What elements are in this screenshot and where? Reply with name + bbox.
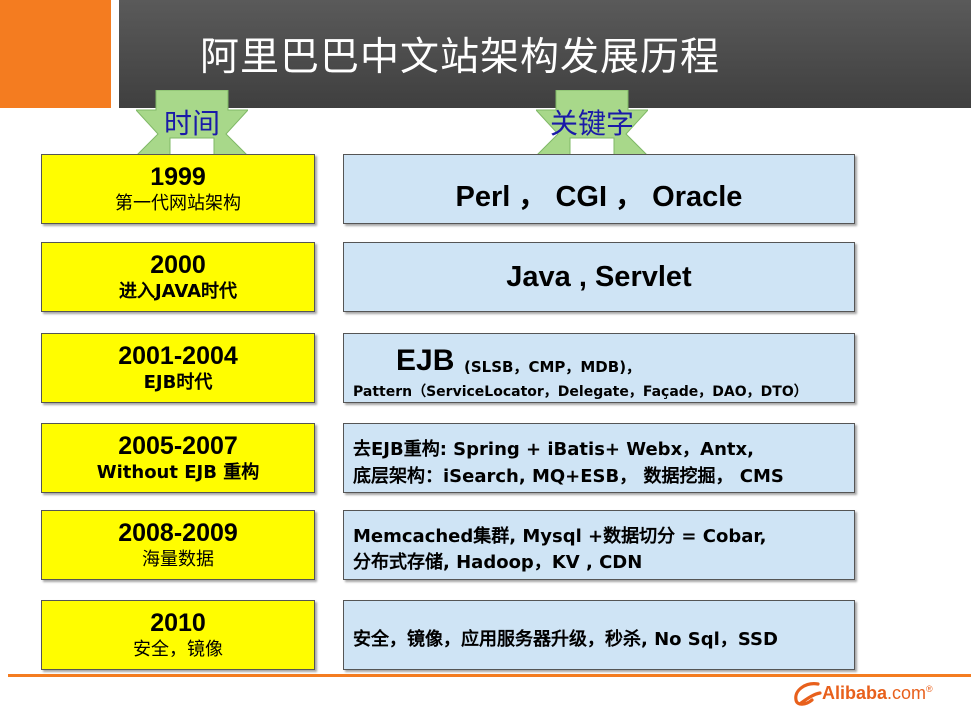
- era-label: EJB时代: [143, 371, 213, 393]
- logo-brand: Alibaba: [822, 683, 888, 703]
- era-label: 安全，镜像: [133, 638, 223, 660]
- year-label: 2010: [150, 608, 206, 637]
- orange-accent-block: [0, 0, 111, 108]
- year-label: 2001-2004: [118, 341, 238, 370]
- keywords-line-1: 去EJB重构: Spring + iBatis+ Webx，Antx,: [353, 439, 754, 460]
- keywords-text: Perl ， CGI ， Oracle: [455, 181, 743, 213]
- year-label: 2008-2009: [118, 518, 238, 547]
- time-header-label: 时间: [163, 107, 220, 140]
- keywords-box: Perl ， CGI ， Oracle: [343, 154, 855, 224]
- timeline-year-box: 2008-2009 海量数据: [41, 510, 315, 580]
- timeline-year-box: 2001-2004 EJB时代: [41, 333, 315, 403]
- time-header-badge: 时间: [136, 90, 248, 156]
- year-label: 2000: [150, 250, 206, 279]
- timeline-year-box: 1999 第一代网站架构: [41, 154, 315, 224]
- keywords-box: EJB (SLSB，CMP，MDB)， Pattern（ServiceLocat…: [343, 333, 855, 403]
- alibaba-logo: Alibaba.com®: [792, 680, 952, 710]
- keywords-line-2: 底层架构：iSearch, MQ+ESB， 数据挖掘， CMS: [353, 466, 784, 487]
- keywords-line-1: 安全，镜像，应用服务器升级，秒杀, No Sql，SSD: [353, 629, 778, 650]
- era-label: 海量数据: [142, 548, 214, 570]
- keywords-box: 去EJB重构: Spring + iBatis+ Webx，Antx, 底层架构…: [343, 423, 855, 493]
- keywords-box: 安全，镜像，应用服务器升级，秒杀, No Sql，SSD: [343, 600, 855, 670]
- timeline-year-box: 2010 安全，镜像: [41, 600, 315, 670]
- keywords-text: Java , Servlet: [506, 261, 692, 293]
- keywords-box: Memcached集群, Mysql +数据切分 = Cobar, 分布式存储,…: [343, 510, 855, 580]
- ejb-details: (SLSB，CMP，MDB)，: [464, 358, 642, 376]
- year-label: 1999: [150, 162, 206, 191]
- footer-divider: [8, 674, 971, 677]
- year-label: 2005-2007: [118, 431, 238, 460]
- logo-trademark: ®: [926, 684, 933, 694]
- keywords-line-1: Memcached集群, Mysql +数据切分 = Cobar,: [353, 526, 767, 547]
- keywords-header-badge: 关键字: [536, 90, 648, 156]
- pattern-list: Pattern（ServiceLocator，Delegate，Façade，D…: [353, 384, 808, 400]
- accent-gap: [111, 0, 119, 108]
- keywords-box: Java , Servlet: [343, 242, 855, 312]
- alibaba-swoosh-icon: [794, 682, 822, 706]
- era-label: 第一代网站架构: [115, 192, 241, 214]
- era-label: Without EJB 重构: [96, 461, 260, 483]
- keywords-line-2: 分布式存储, Hadoop，KV , CDN: [353, 552, 643, 573]
- logo-suffix: .com: [887, 683, 927, 703]
- keywords-header-label: 关键字: [549, 107, 634, 140]
- alibaba-wordmark: Alibaba.com®: [822, 683, 933, 704]
- timeline-year-box: 2005-2007 Without EJB 重构: [41, 423, 315, 493]
- ejb-heading: EJB: [396, 344, 455, 377]
- era-label: 进入JAVA时代: [118, 280, 238, 302]
- timeline-year-box: 2000 进入JAVA时代: [41, 242, 315, 312]
- slide-title: 阿里巴巴中文站架构发展历程: [200, 35, 721, 80]
